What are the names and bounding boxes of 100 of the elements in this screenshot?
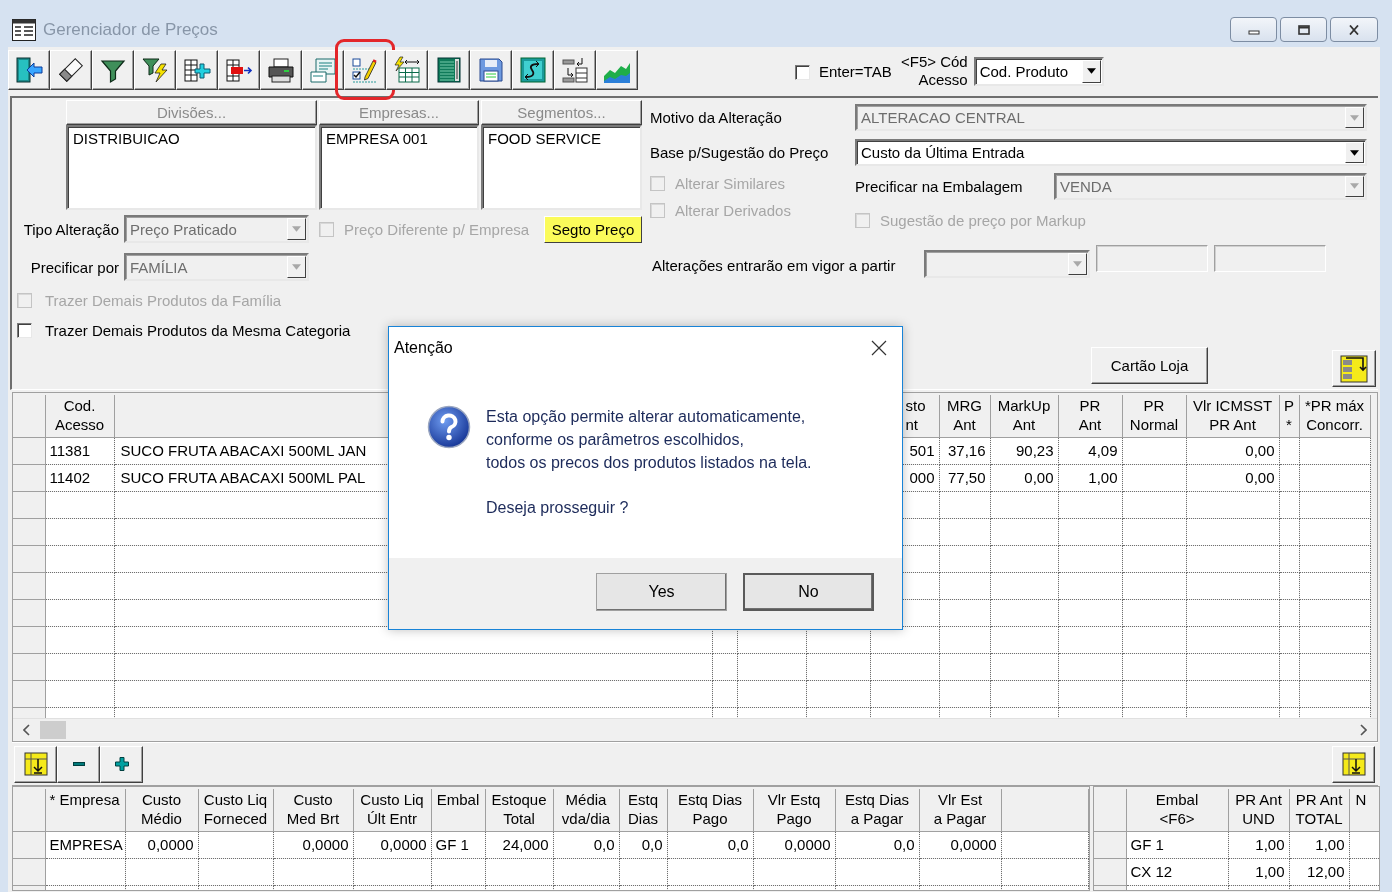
dialog-button[interactable]: Yes	[596, 573, 727, 611]
grid-text: 0,0000	[784, 836, 831, 853]
dialog-message: Esta opção permite alterar automaticamente, conforme os parâmetros escolhidos, todos os precos dos produtos listados na tela.	[486, 407, 812, 473]
column-header: * Empresa	[49, 791, 120, 808]
dialog-button[interactable]: No	[743, 573, 874, 611]
grid-text: 0,0	[641, 836, 663, 853]
grid-text: 501	[909, 442, 935, 459]
column-header: *PR máx Concorr.	[1304, 397, 1365, 433]
field-label: Precificar por	[29, 258, 119, 276]
grid-text: SUCO FRUTA ABACAXI 500ML PAL	[120, 469, 366, 486]
printer-icon	[267, 56, 295, 84]
close-icon	[871, 340, 887, 356]
toolbar-button[interactable]	[14, 745, 57, 783]
column-header: PR Normal	[1129, 397, 1179, 433]
table-lightning-icon	[393, 56, 421, 84]
door-arrow-icon	[15, 56, 43, 84]
grid-text: GF 1	[1130, 836, 1164, 853]
toolbar-button[interactable]	[302, 50, 344, 90]
column-header: Média vda/dia	[561, 791, 611, 827]
toolbar-button[interactable]	[470, 50, 512, 90]
column-header: MarkUp Ant	[997, 397, 1051, 433]
toolbar-button[interactable]	[57, 745, 100, 783]
column-header: Estoque Total	[491, 791, 547, 827]
grid-text: 90,23	[1015, 442, 1054, 459]
column-header: Custo Liq Forneced	[203, 791, 268, 827]
grid-text: 0,00	[1024, 469, 1054, 486]
column-header: Embal	[436, 791, 480, 808]
grid-text: 0,0	[893, 836, 915, 853]
toolbar-button[interactable]	[8, 50, 50, 90]
column-header: Vlr ICMSST PR Ant	[1192, 397, 1273, 433]
toolbar-button[interactable]	[344, 50, 386, 90]
column-header: Custo Médio	[141, 791, 182, 827]
toolbar-button[interactable]	[428, 50, 470, 90]
segment-price-button[interactable]: Segto Preço	[544, 215, 642, 243]
grid-text: 0,0000	[147, 836, 194, 853]
toolbar-button[interactable]	[554, 50, 596, 90]
toolbar-button[interactable]	[1332, 745, 1375, 783]
grid-text: 1,00	[1088, 469, 1118, 486]
toolbar-button[interactable]	[92, 50, 134, 90]
column-header: Vlr Est a Pagar	[933, 791, 987, 827]
grid-text: 0,0000	[950, 836, 997, 853]
question-icon	[427, 405, 471, 449]
maximize-button[interactable]	[1280, 17, 1327, 42]
close-button[interactable]	[1330, 17, 1378, 42]
checkbox[interactable]	[795, 64, 810, 80]
checkbox-label: Trazer Demais Produtos da Mesma Categoria	[45, 322, 351, 339]
checkbox-label: Alterar Derivados	[675, 202, 791, 219]
toolbar-button[interactable]	[176, 50, 218, 90]
grid-text: 0,0	[593, 836, 615, 853]
chevron-left-icon	[23, 724, 31, 736]
grid-text: 24,000	[502, 836, 549, 853]
close-icon	[1348, 24, 1360, 35]
toolbar-button[interactable]	[260, 50, 302, 90]
scrollbar[interactable]	[13, 718, 1377, 741]
dropdown[interactable]: Custo da Última Entrada	[855, 139, 1367, 166]
toolbar-button[interactable]	[50, 50, 92, 90]
grid-text: 1,00	[1255, 863, 1285, 880]
checkbox-label: Sugestão de preço por Markup	[880, 212, 1086, 229]
column-header: Vlr Estq Pago	[767, 791, 821, 827]
spreadsheet-icon	[435, 56, 463, 84]
grid-text: 0,00	[1245, 469, 1275, 486]
grid-text: 0,0000	[302, 836, 349, 853]
toolbar-button[interactable]	[512, 50, 554, 90]
arrows-tile-icon	[519, 56, 547, 84]
checkbox-label: Enter=TAB	[819, 62, 892, 80]
form-icon	[309, 56, 337, 84]
maximize-icon	[1297, 24, 1310, 35]
grid-text: 000	[909, 469, 935, 486]
table-down-arrow-icon	[1341, 752, 1366, 776]
column-header: sto nt	[905, 397, 926, 433]
toolbar-button[interactable]	[1332, 350, 1376, 387]
toolbar-button[interactable]	[100, 745, 143, 783]
grid-text: 0,0000	[380, 836, 427, 853]
grid-text: SUCO FRUTA ABACAXI 500ML JAN	[120, 442, 367, 459]
plus-icon	[114, 757, 129, 771]
grid-text: 1,00	[1255, 836, 1285, 853]
field-label: Base p/Sugestão do Preço	[650, 144, 830, 161]
toolbar-button[interactable]	[218, 50, 260, 90]
toolbar-button[interactable]	[134, 50, 176, 90]
scrollbar-thumb[interactable]	[40, 721, 66, 739]
toolbar-button[interactable]	[596, 50, 638, 90]
store-card-button[interactable]: Cartão Loja	[1091, 347, 1208, 384]
column-header: MRG Ant	[947, 397, 982, 433]
dropdown[interactable]: Cod. Produto	[973, 56, 1104, 86]
column-header: Embal <F6>	[1155, 791, 1199, 827]
column-header: Custo Med Brt	[286, 791, 340, 827]
dialog-question: Deseja prosseguir ?	[486, 498, 630, 518]
checkbox[interactable]	[17, 323, 32, 338]
grid-text: 11402	[49, 469, 91, 486]
grid-text: 77,50	[947, 469, 986, 486]
grid-text: GF 1	[435, 836, 469, 853]
field-label: <F5> Cód Acesso	[899, 53, 968, 89]
field-label: Precificar na Embalagem	[855, 177, 1024, 195]
column-header: N	[1355, 791, 1367, 808]
column-header: Estq Dias a Pagar	[844, 791, 910, 827]
column-header: PR Ant	[1078, 397, 1102, 433]
toolbar-button[interactable]	[386, 50, 428, 90]
column-header: Estq Dias	[628, 791, 658, 827]
dialog-title: Atenção	[394, 339, 453, 357]
checkbox-label: Preço Diferente p/ Empresa	[344, 220, 530, 238]
